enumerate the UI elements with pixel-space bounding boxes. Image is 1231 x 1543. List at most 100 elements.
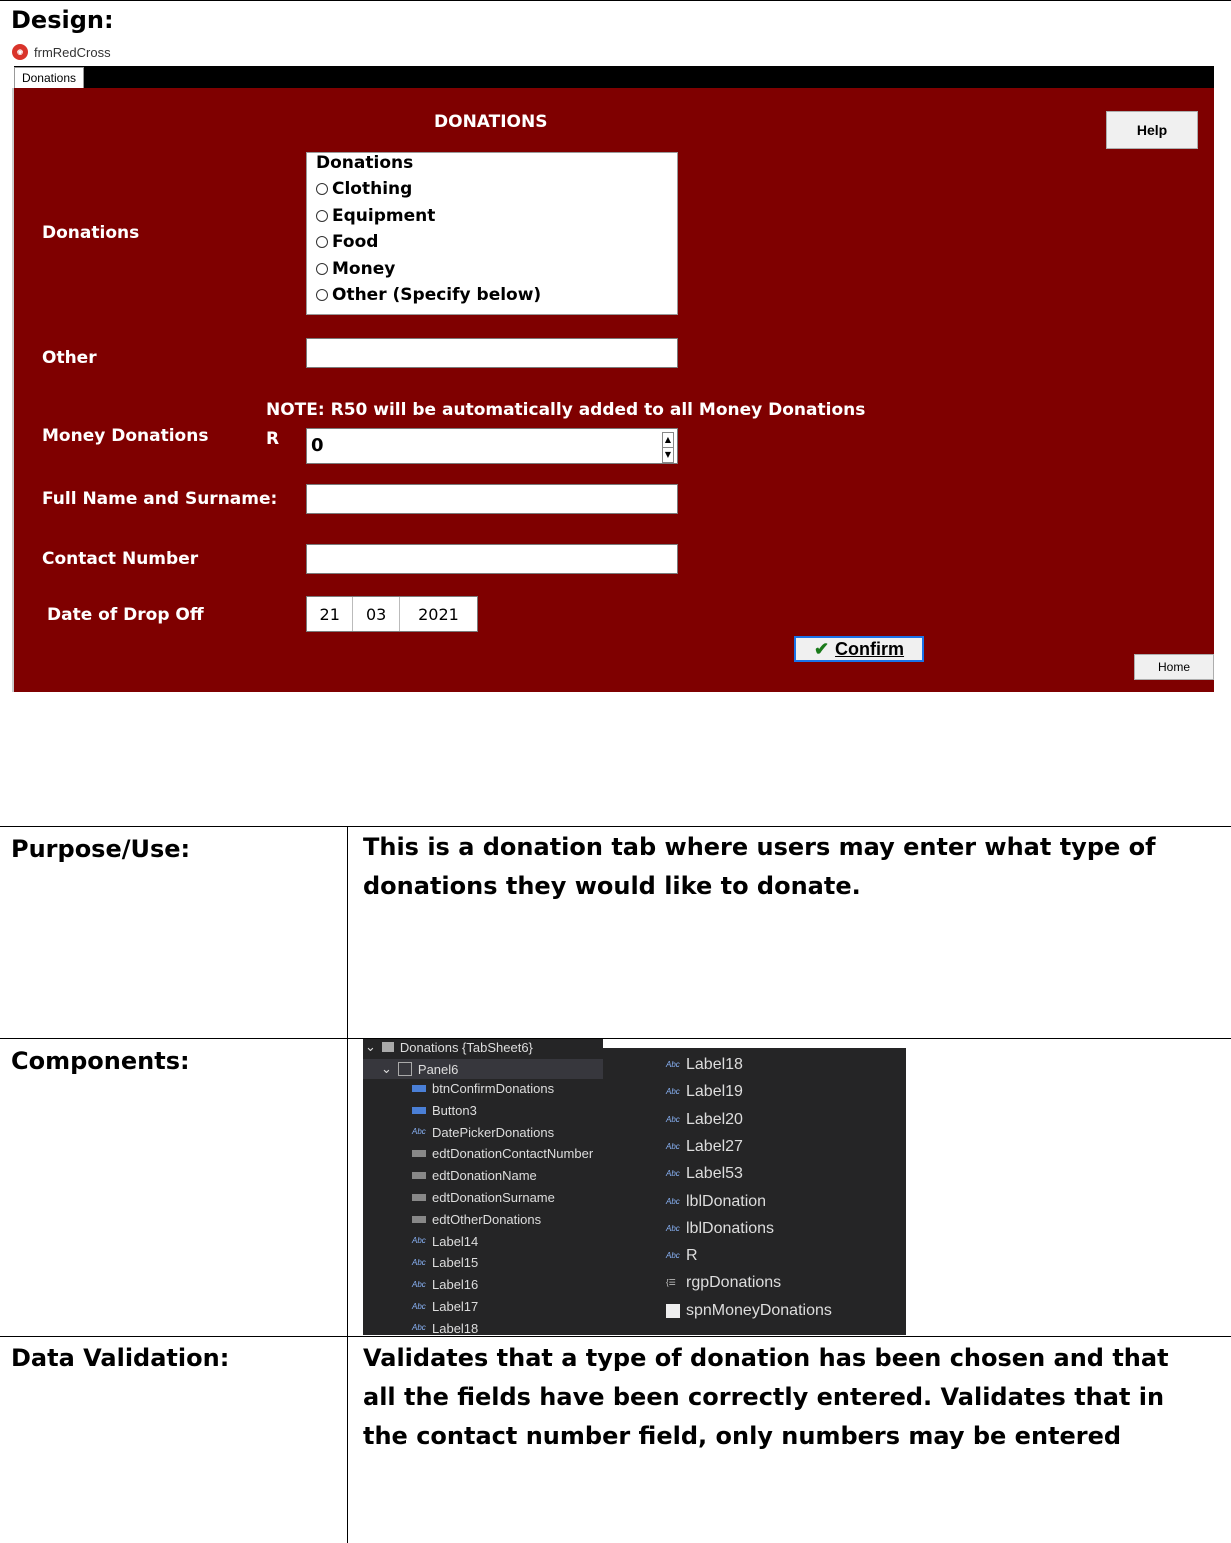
spin-up-icon[interactable]: ▲: [662, 432, 674, 448]
chevron-down-icon: ⌄: [365, 1039, 376, 1054]
tree-item[interactable]: Abc Label16: [412, 1277, 478, 1292]
radio-food[interactable]: Food: [316, 232, 378, 252]
date-year[interactable]: 2021: [400, 597, 477, 631]
label-component-icon: Abc: [412, 1257, 426, 1267]
confirm-button[interactable]: ✔ Confirm: [794, 636, 924, 662]
form-title: DONATIONS: [434, 112, 548, 132]
tree-label: Panel6: [417, 1061, 459, 1077]
radio-label: Money: [332, 259, 396, 279]
other-label: Other: [42, 348, 97, 368]
tree-item-label: edtDonationContactNumber: [432, 1146, 594, 1162]
tree-item-label: Label20: [686, 1110, 743, 1128]
tree-item[interactable]: spnMoneyDonations: [666, 1302, 832, 1320]
spin-down-icon[interactable]: ▼: [662, 447, 674, 463]
tab-bar: [14, 66, 1214, 88]
tree-item[interactable]: btnConfirmDonations: [412, 1081, 554, 1096]
tree-item[interactable]: Abc lblDonations: [666, 1220, 774, 1238]
tree-item-label: Label15: [432, 1255, 479, 1271]
tree-item[interactable]: Abc Label14: [412, 1234, 478, 1249]
table-border: [0, 1038, 1231, 1039]
radio-label: Equipment: [332, 206, 436, 226]
tree-item[interactable]: Abc Label15: [412, 1255, 478, 1270]
tree-item[interactable]: Abc Label18: [412, 1321, 478, 1336]
radio-equipment[interactable]: Equipment: [316, 206, 435, 226]
purpose-text: This is a donation tab where users may e…: [363, 833, 1156, 900]
radio-money[interactable]: Money: [316, 259, 395, 279]
money-value: 0: [311, 435, 324, 456]
tree-item-label: btnConfirmDonations: [432, 1081, 555, 1096]
radio-circle-icon: [316, 236, 328, 248]
purpose-label: Purpose/Use:: [11, 835, 191, 863]
tree-item-label: Label18: [432, 1320, 479, 1336]
label-component-icon: Abc: [412, 1127, 426, 1137]
money-donations-spinner[interactable]: 0 ▲ ▼: [306, 428, 678, 464]
radio-circle-icon: [316, 210, 328, 222]
tree-item[interactable]: Abc R: [666, 1247, 698, 1265]
tree-item[interactable]: Abc Label20: [666, 1111, 743, 1129]
full-name-label: Full Name and Surname:: [42, 489, 278, 509]
tree-item[interactable]: Abc Label17: [412, 1299, 478, 1314]
components-label: Components:: [11, 1047, 190, 1075]
tree-item-label: DatePickerDonations: [432, 1124, 555, 1140]
label-component-icon: Abc: [666, 1223, 680, 1233]
label-component-icon: Abc: [666, 1196, 680, 1206]
validation-label: Data Validation:: [11, 1344, 230, 1372]
donations-label: Donations: [42, 223, 140, 243]
table-border: [0, 1336, 1231, 1337]
tree-item-label: Button3: [432, 1102, 477, 1118]
tabsheet-icon: [381, 1042, 394, 1052]
tree-item-label: edtDonationName: [432, 1168, 537, 1184]
label-component-icon: Abc: [666, 1114, 680, 1124]
tree-item[interactable]: Abc Label18: [666, 1056, 743, 1074]
tree-item[interactable]: Abc Label27: [666, 1138, 743, 1156]
button-component-icon: [412, 1106, 426, 1114]
window-title-bar: ◉ frmRedCross: [12, 44, 111, 60]
other-donations-input[interactable]: [306, 338, 678, 368]
tree-item[interactable]: edtDonationContactNumber: [412, 1146, 593, 1161]
tab-donations[interactable]: Donations: [14, 67, 84, 88]
label-component-icon: Abc: [412, 1323, 426, 1333]
radio-circle-icon: [316, 289, 328, 301]
tree-item-label: Label27: [686, 1137, 743, 1155]
button-component-icon: [412, 1085, 426, 1092]
tree-item[interactable]: Abc lblDonation: [666, 1193, 766, 1211]
tree-item-label: Label18: [686, 1056, 743, 1073]
edit-component-icon: [412, 1172, 426, 1180]
radio-label: Food: [332, 232, 379, 252]
tree-panel-node[interactable]: ⌄ Panel6: [363, 1059, 603, 1079]
date-picker[interactable]: 21 03 2021: [306, 596, 478, 632]
tree-item-label: edtOtherDonations: [432, 1211, 542, 1227]
tree-item[interactable]: Abc Label19: [666, 1083, 743, 1101]
contact-number-label: Contact Number: [42, 549, 199, 569]
home-button[interactable]: Home: [1134, 654, 1214, 680]
donations-radio-group: Donations Clothing Equipment Food Money …: [306, 152, 678, 315]
tree-item[interactable]: Abc Label53: [666, 1165, 743, 1183]
money-donations-label: Money Donations: [42, 426, 209, 446]
tree-root[interactable]: ⌄ Donations {TabSheet6}: [365, 1039, 533, 1055]
edit-component-icon: [412, 1194, 426, 1201]
date-day[interactable]: 21: [307, 597, 354, 631]
contact-number-input[interactable]: [306, 544, 678, 574]
design-heading: Design:: [11, 6, 114, 34]
tree-item-label: R: [686, 1247, 698, 1265]
label-component-icon: Abc: [666, 1060, 680, 1069]
edit-component-icon: [412, 1215, 426, 1223]
radio-other[interactable]: Other (Specify below): [316, 285, 541, 305]
tree-item[interactable]: edtDonationName: [412, 1168, 537, 1183]
donations-panel: DONATIONS Help Donations Donations Cloth…: [14, 88, 1214, 692]
tree-item[interactable]: edtOtherDonations: [412, 1212, 541, 1227]
validation-text: Validates that a type of donation has be…: [363, 1344, 1169, 1450]
chevron-down-icon: ⌄: [381, 1061, 392, 1076]
tree-item[interactable]: Abc DatePickerDonations: [412, 1125, 554, 1140]
radio-clothing[interactable]: Clothing: [316, 179, 412, 199]
tree-item[interactable]: edtDonationSurname: [412, 1190, 555, 1205]
date-month[interactable]: 03: [353, 597, 400, 631]
money-note: NOTE: R50 will be automatically added to…: [266, 400, 866, 420]
window-title: frmRedCross: [34, 44, 111, 60]
help-button[interactable]: Help: [1106, 111, 1198, 149]
tree-item[interactable]: {☰ rgpDonations: [666, 1274, 781, 1292]
tree-item[interactable]: Button3: [412, 1103, 477, 1118]
full-name-input[interactable]: [306, 484, 678, 514]
tree-item-label: lblDonation: [686, 1192, 767, 1210]
app-icon: ◉: [12, 44, 28, 60]
